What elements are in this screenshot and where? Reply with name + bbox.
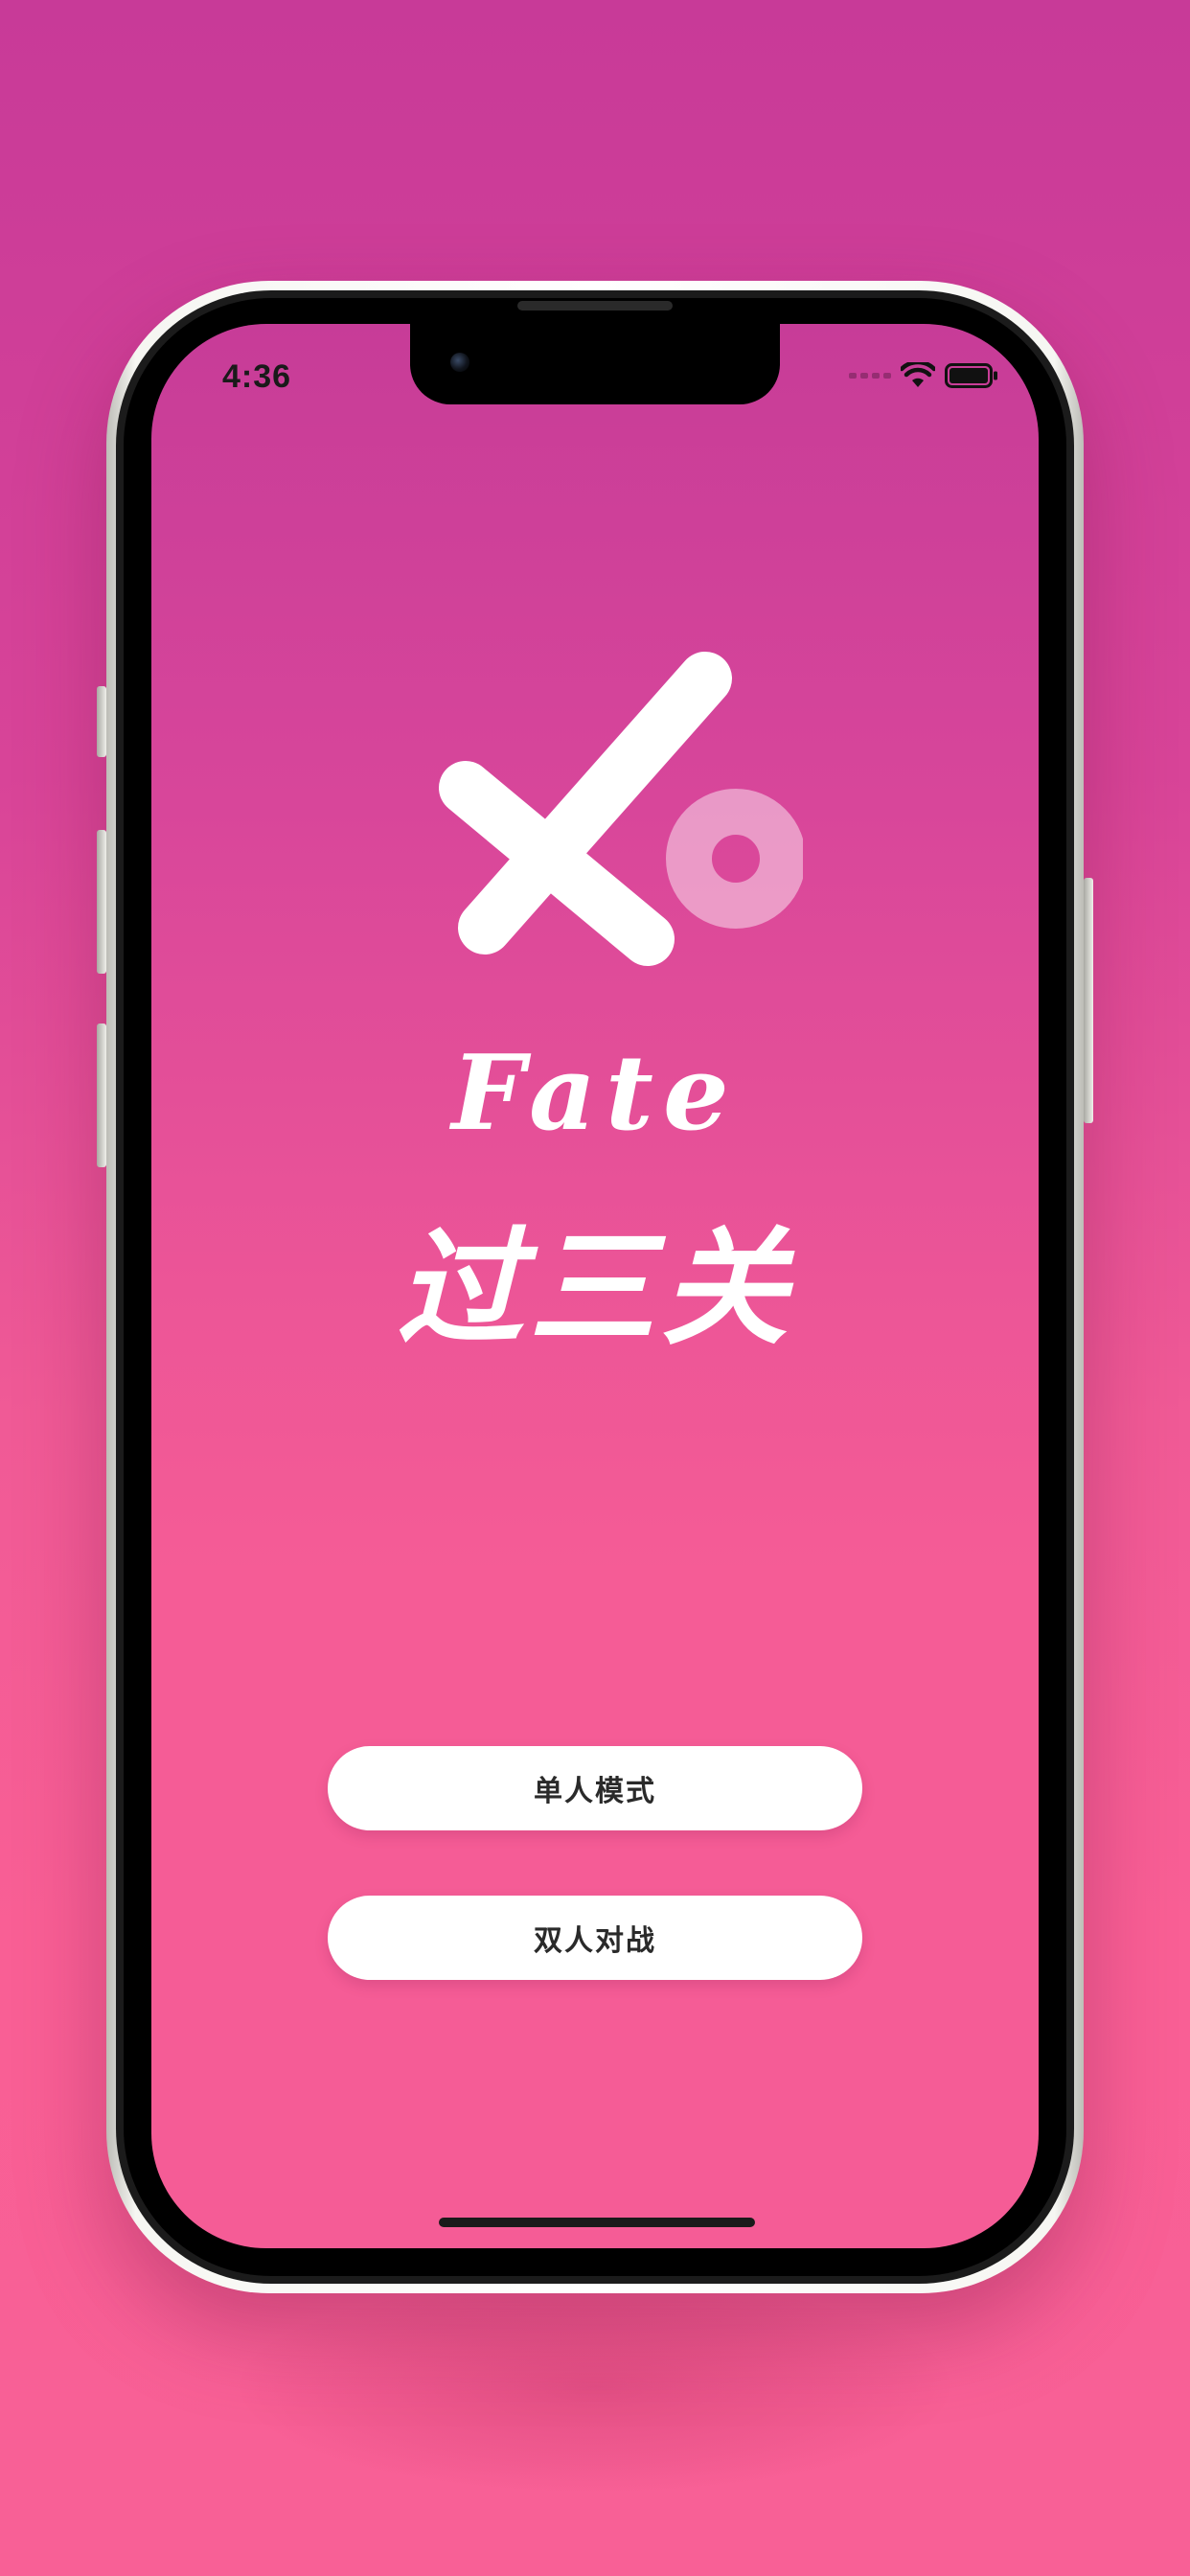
signal-dots-icon: [849, 373, 891, 379]
battery-icon: [945, 363, 997, 388]
volume-down-button: [97, 1024, 106, 1167]
wifi-icon: [901, 362, 935, 387]
x-and-o-logo-icon: [439, 652, 803, 966]
power-button: [1084, 878, 1093, 1123]
status-icons: [849, 362, 998, 389]
silent-switch: [97, 686, 106, 757]
floor-shadow: [240, 2281, 950, 2492]
app-title-english: Fate: [451, 1033, 739, 1154]
app-title-chinese: 过三关: [397, 1215, 793, 1363]
volume-up-button: [97, 830, 106, 974]
home-indicator[interactable]: [439, 2218, 755, 2227]
earpiece-speaker: [517, 301, 673, 310]
front-camera-icon: [450, 353, 469, 372]
single-player-button[interactable]: 单人模式: [328, 1746, 862, 1830]
two-player-button[interactable]: 双人对战: [328, 1896, 862, 1980]
status-time: 4:36: [222, 358, 292, 395]
app-screen: 4:36 Fate 过三关 单人模式 双人对战: [151, 324, 1039, 2248]
